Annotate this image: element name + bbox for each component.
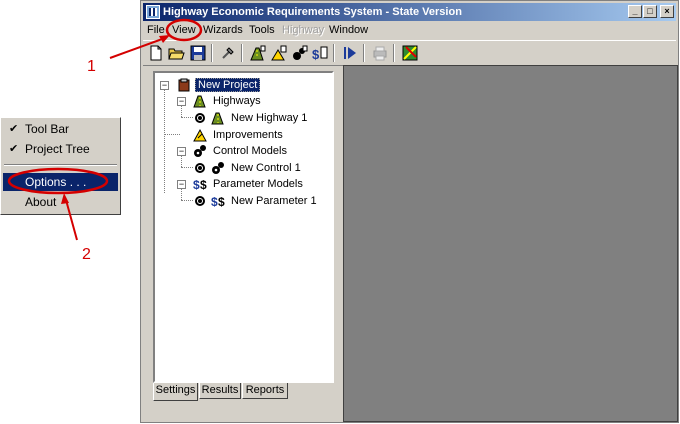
active-radio-icon	[195, 113, 205, 123]
svg-text:$: $	[218, 195, 225, 208]
check-icon: ✔	[9, 123, 19, 135]
title-bar[interactable]: Highway Economic Requirements System - S…	[143, 3, 676, 21]
main-window: Highway Economic Requirements System - S…	[140, 0, 679, 423]
tree-node-improvements[interactable]: Improvements	[155, 127, 330, 143]
menu-item-label: About	[25, 195, 57, 209]
menu-item-about[interactable]: About	[3, 193, 118, 211]
tree-node-parameter-models[interactable]: − $ $ Parameter Models	[155, 176, 330, 192]
toolbar-separator	[241, 44, 243, 62]
window-title: Highway Economic Requirements System - S…	[163, 6, 462, 18]
new-control-icon[interactable]	[291, 44, 309, 62]
menu-highway[interactable]: Highway	[282, 24, 324, 36]
svg-text:$: $	[200, 178, 207, 191]
new-highway-icon[interactable]	[249, 44, 267, 62]
tool-icon[interactable]	[219, 44, 237, 62]
highway-icon	[211, 111, 225, 125]
svg-text:$: $	[193, 178, 200, 191]
active-radio-icon	[195, 196, 205, 206]
tree-node-highways[interactable]: − Highways	[155, 93, 330, 109]
annotation-step-1: 1	[87, 58, 96, 75]
tab-results[interactable]: Results	[199, 383, 241, 399]
toolbar-separator	[363, 44, 365, 62]
open-icon[interactable]	[167, 44, 185, 62]
active-radio-icon	[195, 163, 205, 173]
check-icon: ✔	[9, 143, 19, 155]
new-improvement-icon[interactable]	[270, 44, 288, 62]
menu-separator	[4, 164, 117, 166]
menu-tools[interactable]: Tools	[249, 24, 275, 36]
view-menu-popup: ✔ Tool Bar ✔ Project Tree Options . . . …	[0, 117, 121, 215]
project-icon	[177, 78, 191, 92]
tree-label: Highways	[213, 95, 261, 107]
save-icon[interactable]	[189, 44, 207, 62]
menu-bar: File View Wizards Tools Highway Window	[143, 22, 676, 39]
app-icon	[146, 5, 160, 19]
menu-item-label: Project Tree	[25, 142, 90, 156]
tree-node-new-control[interactable]: New Control 1	[155, 160, 330, 176]
tree-node-new-parameter[interactable]: $ $ New Parameter 1	[155, 193, 330, 209]
toolbar-separator	[393, 44, 395, 62]
collapse-toggle[interactable]: −	[177, 147, 186, 156]
menu-item-toolbar[interactable]: ✔ Tool Bar	[3, 120, 118, 138]
collapse-toggle[interactable]: −	[177, 97, 186, 106]
map-icon[interactable]	[401, 44, 419, 62]
collapse-toggle[interactable]: −	[160, 81, 169, 90]
minimize-button[interactable]: _	[628, 5, 642, 18]
toolbar-separator	[211, 44, 213, 62]
print-icon[interactable]	[371, 44, 389, 62]
menu-item-project-tree[interactable]: ✔ Project Tree	[3, 140, 118, 158]
parameter-icon: $ $	[193, 177, 207, 191]
new-icon[interactable]	[147, 44, 165, 62]
tree-label: Control Models	[213, 145, 287, 157]
tree-label: New Parameter 1	[231, 195, 317, 207]
svg-text:$: $	[312, 47, 320, 62]
tree-label: Improvements	[213, 129, 283, 141]
parameter-icon: $ $	[211, 194, 225, 208]
toolbar-separator	[333, 44, 335, 62]
close-button[interactable]: ×	[660, 5, 674, 18]
tree-node-new-highway[interactable]: New Highway 1	[155, 110, 330, 126]
tree-label: New Project	[195, 78, 261, 92]
tree-node-project[interactable]: − New Project	[155, 77, 330, 93]
improvement-icon	[193, 128, 207, 142]
svg-text:$: $	[211, 195, 218, 208]
tree-label: New Control 1	[231, 162, 301, 174]
run-icon[interactable]	[341, 44, 359, 62]
tree-label: Parameter Models	[213, 178, 303, 190]
new-parameter-icon[interactable]: $	[311, 44, 329, 62]
tab-reports[interactable]: Reports	[242, 383, 288, 399]
tree-node-control-models[interactable]: − Control Models	[155, 143, 330, 159]
tab-settings[interactable]: Settings	[153, 383, 198, 401]
menu-item-label: Options . . .	[25, 175, 87, 189]
menu-file[interactable]: File	[147, 24, 165, 36]
gears-icon	[193, 144, 207, 158]
menu-window[interactable]: Window	[329, 24, 368, 36]
tree-label: New Highway 1	[231, 112, 308, 124]
collapse-toggle[interactable]: −	[177, 180, 186, 189]
maximize-button[interactable]: □	[643, 5, 657, 18]
gears-icon	[211, 161, 225, 175]
annotation-step-2: 2	[82, 246, 91, 263]
menu-view[interactable]: View	[172, 24, 196, 36]
menu-item-label: Tool Bar	[25, 122, 70, 136]
project-tree[interactable]: − New Project − Highways New Highway 1 I…	[153, 71, 334, 383]
toolbar: $	[143, 40, 676, 66]
menu-item-options[interactable]: Options . . .	[3, 173, 118, 191]
workspace-area[interactable]	[343, 65, 678, 422]
highway-icon	[193, 94, 207, 108]
menu-wizards[interactable]: Wizards	[203, 24, 243, 36]
